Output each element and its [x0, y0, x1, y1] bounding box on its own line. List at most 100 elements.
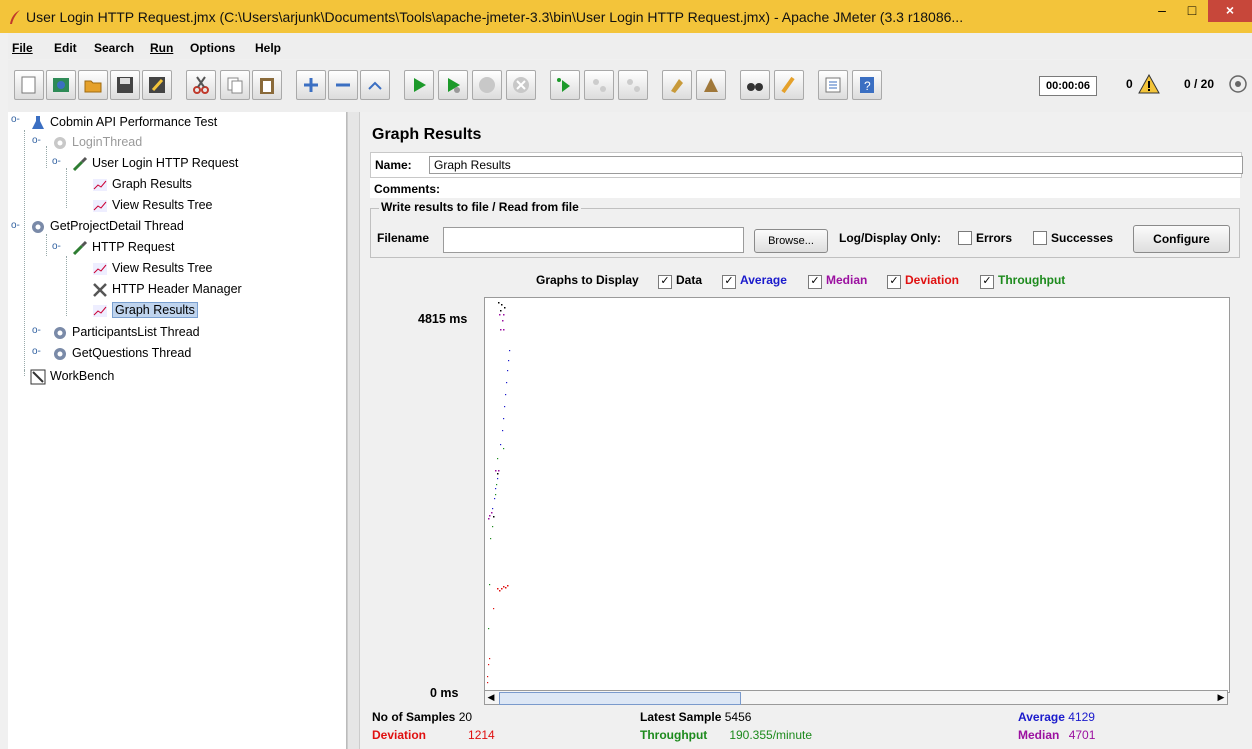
tree-node-user-login-request[interactable]: User Login HTTP Request	[72, 153, 238, 173]
expand-toggle[interactable]: o-	[32, 346, 41, 357]
comments-label: Comments:	[374, 182, 441, 196]
tree-node-questions-thread[interactable]: GetQuestions Thread	[52, 343, 191, 363]
collapse-toggle[interactable]: o-	[52, 156, 61, 167]
menu-run[interactable]: Run	[150, 41, 173, 55]
remote-start-icon[interactable]	[550, 70, 580, 100]
reset-search-icon[interactable]	[774, 70, 804, 100]
tree-node-participants-thread[interactable]: ParticipantsList Thread	[52, 322, 200, 342]
close-button[interactable]: ×	[1208, 0, 1252, 22]
deviation-points	[487, 585, 509, 684]
minimize-button[interactable]: –	[1148, 0, 1176, 22]
y-max-label: 4815 ms	[418, 312, 468, 326]
status-circle-icon	[1229, 75, 1247, 93]
expand-all-icon[interactable]	[296, 70, 326, 100]
throughput-checkbox[interactable]: ✓	[980, 275, 994, 289]
graph-results-panel: Graph Results Name: Graph Results Commen…	[360, 112, 1252, 749]
throughput-stat-label: Throughput	[640, 728, 708, 742]
collapse-toggle[interactable]: o-	[52, 241, 61, 252]
remote-stop-icon[interactable]	[584, 70, 614, 100]
name-input[interactable]: Graph Results	[429, 156, 1243, 174]
maximize-button[interactable]: □	[1178, 0, 1206, 22]
median-stat-label: Median	[1018, 728, 1060, 742]
throughput-value: 190.355/minute	[729, 728, 813, 742]
remote-shutdown-icon[interactable]	[618, 70, 648, 100]
tree-node-view-results-tree-1[interactable]: View Results Tree	[92, 195, 213, 215]
tree-node-view-results-tree-2[interactable]: View Results Tree	[92, 258, 213, 278]
tree-node-header-manager[interactable]: HTTP Header Manager	[92, 279, 242, 299]
tree-node-login-thread[interactable]: LoginThread	[52, 132, 142, 152]
median-checkbox[interactable]: ✓	[808, 275, 822, 289]
tree-node-workbench[interactable]: WorkBench	[30, 366, 114, 386]
start-no-pauses-icon[interactable]	[438, 70, 468, 100]
help-icon[interactable]: ?	[852, 70, 882, 100]
pipette-icon	[72, 240, 88, 255]
latest-value: 5456	[724, 710, 752, 724]
collapse-all-icon[interactable]	[328, 70, 358, 100]
tree-node-graph-results-1[interactable]: Graph Results	[92, 174, 192, 194]
search-icon[interactable]	[740, 70, 770, 100]
menu-file[interactable]: File	[12, 41, 33, 55]
flask-icon	[32, 115, 44, 129]
pane-splitter[interactable]	[347, 112, 360, 749]
copy-icon[interactable]	[220, 70, 250, 100]
deviation-label: Deviation	[905, 273, 960, 287]
comments-row[interactable]: Comments:	[370, 178, 1240, 198]
clear-all-icon[interactable]	[696, 70, 726, 100]
filename-input[interactable]	[443, 227, 744, 253]
average-stat: Average 4129	[1018, 710, 1095, 724]
browse-button[interactable]: Browse...	[754, 229, 828, 253]
tree-node-http-request[interactable]: HTTP Request	[72, 237, 174, 257]
shutdown-icon[interactable]	[506, 70, 536, 100]
function-helper-icon[interactable]	[818, 70, 848, 100]
save-as-icon[interactable]	[142, 70, 172, 100]
scroll-left-icon[interactable]: ◀	[485, 691, 497, 704]
median-stat: Median 4701	[1018, 728, 1095, 742]
expand-toggle[interactable]: o-	[32, 325, 41, 336]
data-checkbox[interactable]: ✓	[658, 275, 672, 289]
graph-icon	[93, 178, 107, 191]
stop-icon[interactable]	[472, 70, 502, 100]
average-checkbox[interactable]: ✓	[722, 275, 736, 289]
templates-icon[interactable]	[46, 70, 76, 100]
successes-checkbox[interactable]	[1033, 231, 1047, 245]
gear-icon	[54, 347, 66, 360]
panel-heading: Graph Results	[372, 126, 482, 143]
menu-search[interactable]: Search	[94, 41, 134, 55]
graph-horizontal-scrollbar[interactable]: ◀ ▶	[484, 690, 1228, 705]
graph-icon	[93, 199, 107, 212]
menu-help[interactable]: Help	[255, 41, 281, 55]
tree-node-test-plan[interactable]: Cobmin API Performance Test	[30, 112, 217, 132]
tree-node-project-detail-thread[interactable]: GetProjectDetail Thread	[30, 216, 184, 236]
menu-edit[interactable]: Edit	[54, 41, 77, 55]
log-display-label: Log/Display Only:	[839, 231, 942, 245]
errors-checkbox[interactable]	[958, 231, 972, 245]
save-icon[interactable]	[110, 70, 140, 100]
graphs-to-display-label: Graphs to Display	[536, 273, 639, 287]
clear-icon[interactable]	[662, 70, 692, 100]
toggle-icon[interactable]	[360, 70, 390, 100]
name-label: Name:	[375, 158, 412, 172]
filename-label: Filename	[377, 231, 430, 245]
tree-node-graph-results-2[interactable]: Graph Results	[92, 300, 198, 320]
start-icon[interactable]	[404, 70, 434, 100]
deviation-checkbox[interactable]: ✓	[887, 275, 901, 289]
configure-button[interactable]: Configure	[1133, 225, 1230, 253]
collapse-toggle[interactable]: o-	[32, 135, 41, 146]
jmeter-feather-icon	[10, 10, 20, 24]
scrollbar-thumb[interactable]	[499, 692, 741, 705]
graph-icon	[93, 304, 107, 317]
active-threads: 0 / 20	[1184, 77, 1215, 91]
new-icon[interactable]	[14, 70, 44, 100]
collapse-toggle[interactable]: o-	[11, 114, 20, 125]
cut-icon[interactable]	[186, 70, 216, 100]
average-value: 4129	[1068, 710, 1095, 724]
deviation-stat-label: Deviation	[372, 728, 427, 742]
paste-icon[interactable]	[252, 70, 282, 100]
collapse-toggle[interactable]: o-	[11, 220, 20, 231]
data-points	[493, 302, 506, 518]
open-icon[interactable]	[78, 70, 108, 100]
scroll-right-icon[interactable]: ▶	[1215, 691, 1227, 704]
warning-icon[interactable]	[1138, 74, 1160, 94]
menu-options[interactable]: Options	[190, 41, 235, 55]
latest-label: Latest Sample	[640, 710, 722, 724]
